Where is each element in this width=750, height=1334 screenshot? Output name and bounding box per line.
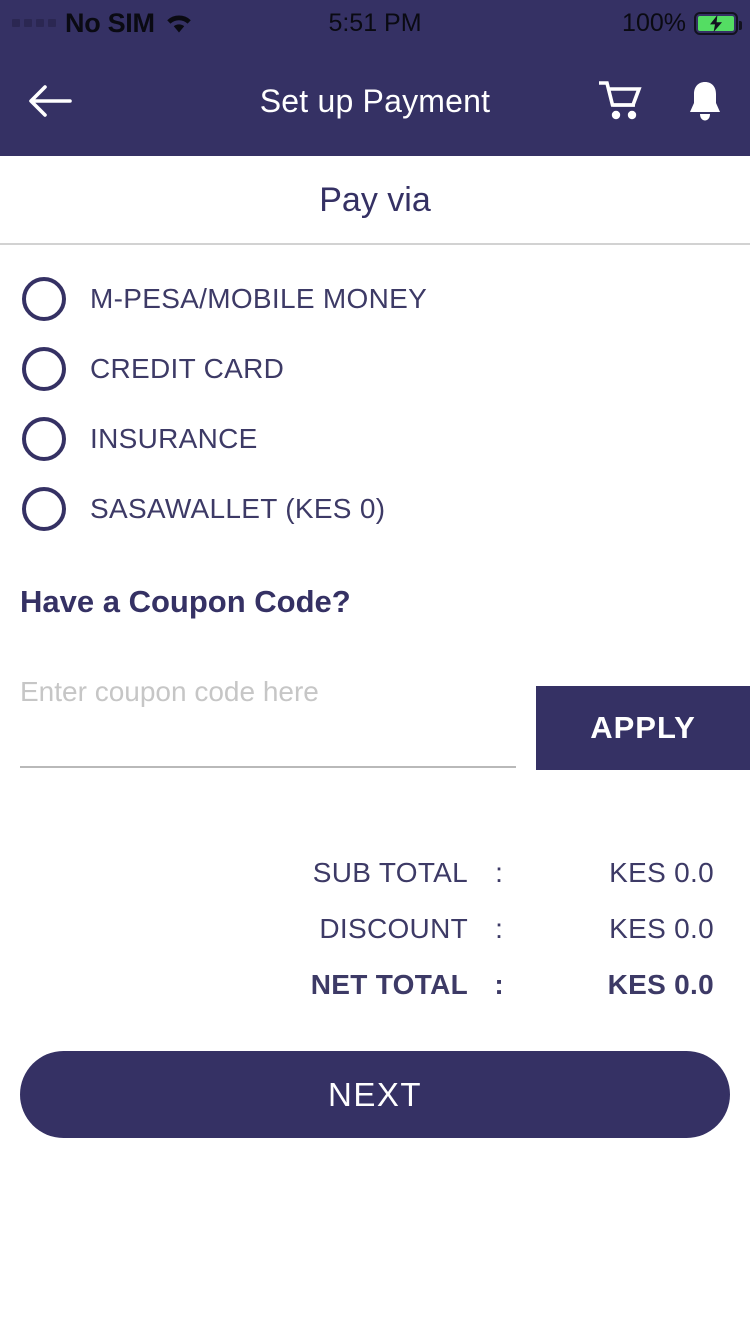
apply-coupon-button[interactable]: APPLY [536, 686, 750, 770]
apply-button-label: APPLY [590, 710, 696, 745]
battery-charging-icon [694, 11, 742, 35]
status-bar-right: 100% [622, 8, 742, 37]
header-actions [598, 78, 728, 124]
notifications-button[interactable] [682, 78, 728, 124]
total-value: KES 0.0 [609, 857, 714, 888]
payment-options-list: M-PESA/MOBILE MONEY CREDIT CARD INSURANC… [0, 264, 750, 544]
pay-via-title: Pay via [319, 180, 431, 219]
payment-option-label: SASAWALLET (KES 0) [90, 493, 386, 524]
totals-summary: SUB TOTAL : KES 0.0 DISCOUNT : KES 0.0 N… [0, 845, 750, 1013]
payment-option-label: CREDIT CARD [90, 353, 285, 384]
notification-bell-icon [690, 82, 720, 121]
payment-option-mpesa[interactable]: M-PESA/MOBILE MONEY [0, 264, 750, 334]
coupon-heading: Have a Coupon Code? [20, 584, 351, 619]
shopping-cart-icon [599, 81, 642, 120]
total-colon: : [495, 913, 503, 944]
total-colon: : [495, 857, 503, 888]
total-row-net-total: NET TOTAL : KES 0.0 [0, 957, 750, 1013]
radio-icon[interactable] [22, 347, 66, 391]
next-button[interactable]: NEXT [20, 1051, 730, 1138]
payment-option-label: M-PESA/MOBILE MONEY [90, 283, 428, 314]
total-row-discount: DISCOUNT : KES 0.0 [0, 901, 750, 957]
payment-screen: No SIM 5:51 PM 100% Set up Payment Pay v… [0, 0, 750, 1334]
total-label: SUB TOTAL [312, 857, 468, 888]
payment-option-sasawallet[interactable]: SASAWALLET (KES 0) [0, 474, 750, 544]
total-value: KES 0.0 [607, 969, 714, 1000]
payment-option-insurance[interactable]: INSURANCE [0, 404, 750, 474]
cart-button[interactable] [598, 78, 644, 124]
section-divider [0, 243, 750, 245]
total-row-sub-total: SUB TOTAL : KES 0.0 [0, 845, 750, 901]
radio-icon[interactable] [22, 277, 66, 321]
radio-icon[interactable] [22, 487, 66, 531]
status-bar: No SIM 5:51 PM 100% [0, 0, 750, 46]
pay-via-section: Pay via [0, 156, 750, 244]
payment-option-credit-card[interactable]: CREDIT CARD [0, 334, 750, 404]
coupon-code-input[interactable] [20, 660, 516, 768]
total-label: DISCOUNT [319, 913, 468, 944]
payment-option-label: INSURANCE [90, 423, 258, 454]
battery-percent-label: 100% [622, 8, 686, 37]
total-colon: : [494, 969, 504, 1000]
radio-icon[interactable] [22, 417, 66, 461]
total-label: NET TOTAL [310, 969, 468, 1000]
app-header: Set up Payment [0, 46, 750, 156]
total-value: KES 0.0 [609, 913, 714, 944]
next-button-label: NEXT [327, 1075, 422, 1113]
